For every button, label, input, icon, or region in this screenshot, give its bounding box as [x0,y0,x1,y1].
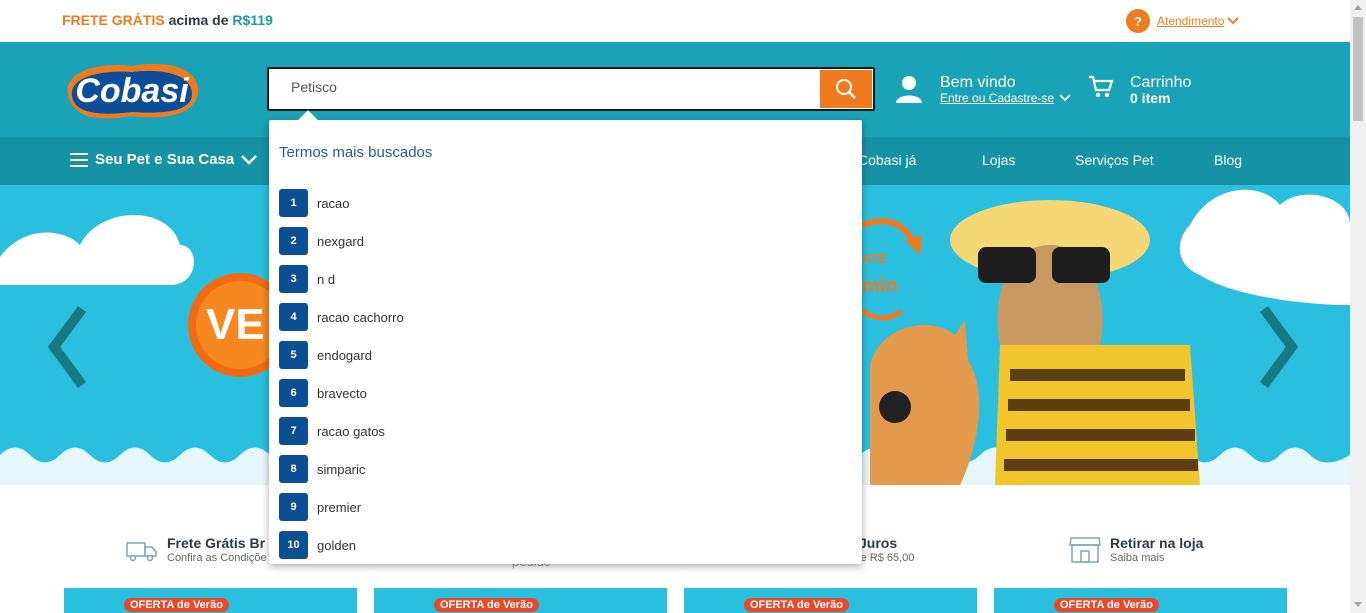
suggestion-item[interactable]: 7 racao gatos [279,417,385,445]
offer-card[interactable]: OFERTA de Verão [684,588,977,613]
scroll-down-icon[interactable] [1354,602,1362,607]
suggestion-label[interactable]: racao cachorro [317,310,404,325]
offer-card[interactable]: OFERTA de Verão [374,588,667,613]
scrollbar-thumb[interactable] [1353,17,1363,121]
search-input[interactable] [291,79,811,95]
suggestion-item[interactable]: 5 endogard [279,341,372,369]
carousel-prev-icon[interactable] [48,305,88,389]
suggestion-item[interactable]: 9 premier [279,493,361,521]
logo-text: Cobasi [75,72,190,110]
suggestion-label[interactable]: premier [317,500,361,515]
banner-partial-text: VE [206,300,265,349]
offer-tag: OFERTA de Verão [744,598,849,612]
promo-highlight: FRETE GRÁTIS [62,12,165,28]
feature-title: Retirar na loja [1110,535,1204,551]
feature-subtitle: Saiba mais [1110,552,1165,564]
menu-icon [70,152,88,167]
suggestion-label[interactable]: n d [317,272,335,287]
top-bar: FRETE GRÁTIS acima de R$119 ? Atendiment… [0,0,1350,42]
categories-label[interactable]: Seu Pet e Sua Casa [95,151,234,168]
offer-tag: OFERTA de Verão [1054,598,1159,612]
scroll-up-icon[interactable] [1354,5,1362,10]
suggestion-item[interactable]: 3 n d [279,265,335,293]
suggestion-label[interactable]: bravecto [317,386,367,401]
suggestion-item[interactable]: 10 golden [279,531,356,559]
help-menu[interactable]: ? Atendimento [1126,9,1240,33]
cart-count: 0 item [1130,90,1171,106]
page-scrollbar[interactable] [1350,0,1366,613]
banner-partial-text-ate: ATÉ [862,251,888,266]
feature-store-pickup[interactable]: Retirar na loja Saiba mais [1069,535,1203,564]
account-menu[interactable]: Bem vindo Entre ou Cadastre-se [894,74,1072,105]
feature-title: Frete Grátis Br [167,535,266,551]
suggestion-item[interactable]: 2 nexgard [279,227,364,255]
nav-blog[interactable]: Blog [1214,152,1242,168]
suggestion-item[interactable]: 1 racao [279,189,350,217]
carousel-next-icon[interactable] [1258,305,1298,389]
chevron-down-icon [1059,94,1071,102]
welcome-text: Bem vindo [940,74,1016,91]
cart-icon [1089,75,1114,98]
chevron-down-icon [241,154,258,165]
offer-tag: OFERTA de Verão [434,598,539,612]
banner-partial-text-min: min [862,275,898,297]
cart[interactable]: Carrinho 0 item [1088,74,1191,105]
rank-badge: 3 [279,265,308,293]
rank-badge: 2 [279,227,308,255]
truck-icon [126,542,157,562]
suggestion-label[interactable]: endogard [317,348,372,363]
login-link[interactable]: Entre ou Cadastre-se [940,91,1072,105]
chevron-down-icon [1227,17,1240,25]
suggestion-item[interactable]: 6 bravecto [279,379,367,407]
suggestions-title: Termos mais buscados [279,144,433,161]
search-button[interactable] [820,70,872,108]
suggestion-label[interactable]: simparic [317,462,365,477]
rank-badge: 5 [279,341,308,369]
rank-badge: 6 [279,379,308,407]
nav-lojas[interactable]: Lojas [982,152,1015,168]
rank-badge: 7 [279,417,308,445]
promo-text: acima de [168,12,229,28]
suggestion-label[interactable]: racao gatos [317,424,385,439]
rank-badge: 9 [279,493,308,521]
suggestion-item[interactable]: 8 simparic [279,455,365,483]
offer-card[interactable]: OFERTA de Verão [64,588,357,613]
feature-title: Juros [859,535,898,551]
suggestion-label[interactable]: nexgard [317,234,364,249]
rank-badge: 10 [279,531,308,559]
cobasi-logo[interactable]: Cobasi [62,56,202,124]
help-icon: ? [1126,9,1150,33]
rank-badge: 1 [279,189,308,217]
suggestion-item[interactable]: 4 racao cachorro [279,303,404,331]
search-suggestions: Termos mais buscados 1 racao 2 nexgard 3 n … [269,110,862,564]
nav-cobasi-ja[interactable]: Cobasi já [858,152,916,168]
login-label[interactable]: Entre ou Cadastre-se [940,91,1054,105]
cart-title: Carrinho [1130,74,1192,91]
offer-tag: OFERTA de Verão [124,598,229,612]
offer-card[interactable]: OFERTA de Verão [994,588,1287,613]
suggestion-label[interactable]: golden [317,538,356,553]
feature-free-shipping[interactable]: Frete Grátis Br Confira as Condiçõe [126,535,267,564]
free-shipping-promo: FRETE GRÁTIS acima de R$119 [62,12,273,28]
nav-servicos-pet[interactable]: Serviços Pet [1075,152,1154,168]
search-icon [836,79,856,99]
help-link[interactable]: Atendimento [1157,14,1224,28]
rank-badge: 8 [279,455,308,483]
search-box [267,67,875,111]
promo-amount: R$119 [232,12,273,28]
user-icon [896,76,922,103]
store-icon [1069,537,1101,563]
feature-subtitle: Confira as Condiçõe [167,552,267,564]
suggestion-label[interactable]: racao [317,196,350,211]
categories-menu[interactable]: Seu Pet e Sua Casa [70,151,258,168]
rank-badge: 4 [279,303,308,331]
